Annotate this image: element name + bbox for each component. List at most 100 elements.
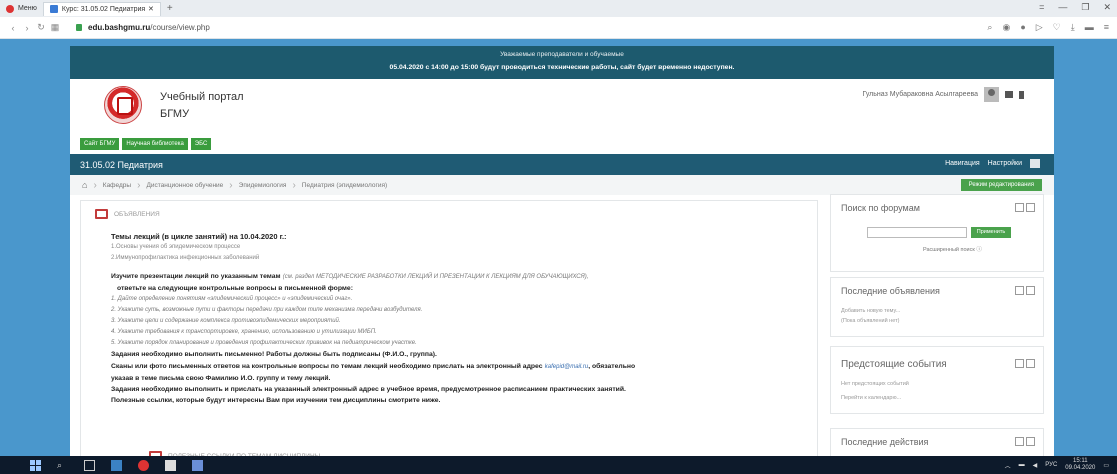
- download-icon[interactable]: ⤓: [1071, 22, 1075, 33]
- browser-tabbar: Меню Курс: 31.05.02 Педиатрия ✕ + = — ❐ …: [0, 0, 1117, 17]
- url-field[interactable]: edu.bashgmu.ru/course/view.php: [76, 23, 210, 32]
- volume-icon[interactable]: ◀: [1033, 462, 1038, 469]
- instructions-text: ответьте на следующие контрольные вопрос…: [117, 285, 353, 292]
- task-note: Задания необходимо выполнить письменно! …: [111, 351, 437, 358]
- task-view-icon[interactable]: [84, 459, 95, 471]
- heart-icon[interactable]: ♡: [1053, 22, 1061, 33]
- question-item: 4. Укажите требования к транспортировке,…: [111, 329, 377, 335]
- dock-block-icon[interactable]: [1015, 203, 1024, 212]
- email-link[interactable]: kafepid@mail.ru: [545, 364, 588, 370]
- opera-icon: [6, 4, 14, 13]
- edit-mode-button[interactable]: Режим редактирования: [960, 179, 1042, 191]
- collapse-block-icon[interactable]: [1026, 437, 1035, 446]
- submission-text: Задания необходимо выполнить и прислать …: [111, 386, 626, 393]
- university-logo[interactable]: [104, 86, 142, 124]
- tab-course[interactable]: Курс: 31.05.02 Педиатрия ✕: [42, 1, 161, 16]
- tray-arrow-icon[interactable]: ︿: [1005, 461, 1011, 470]
- quicklink-site[interactable]: Сайт БГМУ: [80, 138, 120, 150]
- block-controls: [1015, 203, 1035, 212]
- announcements-label[interactable]: ОБЪЯВЛЕНИЯ: [114, 211, 160, 218]
- desktop-background: Меню Курс: 31.05.02 Педиатрия ✕ + = — ❐ …: [0, 0, 1117, 474]
- calculator-icon[interactable]: [165, 459, 176, 471]
- language-indicator[interactable]: РУС: [1045, 462, 1057, 468]
- user-name[interactable]: Гульназ Мубараковна Асылгареева: [863, 91, 979, 98]
- back-icon[interactable]: ‹: [6, 23, 20, 33]
- menu-icon[interactable]: =: [1039, 2, 1044, 13]
- course-title: 31.05.02 Педиатрия: [80, 159, 163, 170]
- settings-link[interactable]: Настройки: [988, 160, 1022, 167]
- battery-icon[interactable]: ▬: [1085, 22, 1094, 33]
- explorer-icon[interactable]: [111, 459, 122, 471]
- collapse-block-icon[interactable]: [1026, 203, 1035, 212]
- upcoming-events-block: Предстоящие события Нет предстоящих собы…: [830, 346, 1044, 414]
- close-window-button[interactable]: ✕: [1103, 2, 1111, 13]
- course-header-bar: 31.05.02 Педиатрия Навигация Настройки: [70, 154, 1054, 175]
- quicklink-ebs[interactable]: ЭБС: [190, 138, 212, 150]
- photos-icon[interactable]: [192, 459, 203, 471]
- clock[interactable]: 15:11 09.04.2020: [1065, 458, 1095, 472]
- messages-icon[interactable]: [1005, 91, 1013, 98]
- avatar[interactable]: [984, 87, 999, 102]
- chevron-right-icon: ›: [292, 179, 296, 191]
- clock-time: 15:11: [1073, 458, 1088, 464]
- dock-block-icon[interactable]: [1015, 286, 1024, 295]
- dock-block-icon[interactable]: [1015, 359, 1024, 368]
- site-title-line2: БГМУ: [160, 108, 190, 120]
- search-icon[interactable]: ⌕: [57, 460, 68, 471]
- dock-block-icon[interactable]: [1015, 437, 1024, 446]
- no-news-text: (Пока объявлений нет): [841, 318, 900, 324]
- home-icon[interactable]: ⌂: [82, 180, 87, 190]
- advanced-search-link[interactable]: Расширенный поиск ⓘ: [923, 245, 982, 253]
- breadcrumb-item[interactable]: Кафедры: [103, 182, 131, 189]
- breadcrumb-item[interactable]: Дистанционное обучение: [146, 182, 223, 189]
- apply-button[interactable]: Применить: [971, 227, 1011, 238]
- notifications-icon[interactable]: [1019, 90, 1024, 99]
- breadcrumb-item[interactable]: Эпидемиология: [239, 182, 287, 189]
- quicklink-library[interactable]: Научная библиотека: [122, 138, 188, 150]
- latest-news-block: Последние объявления Добавить новую тему…: [830, 277, 1044, 337]
- question-item: 5. Укажите порядок планирования и провед…: [111, 340, 417, 346]
- submission-text: указав в теме письма свою Фамилию И.О. г…: [111, 375, 331, 382]
- opera-icon[interactable]: [138, 459, 149, 471]
- maintenance-notice: Уважаемые преподаватели и обучаемые 05.0…: [70, 46, 1054, 79]
- new-tab-button[interactable]: +: [167, 3, 173, 14]
- navigation-link[interactable]: Навигация: [945, 160, 980, 167]
- collapse-block-icon[interactable]: [1026, 359, 1035, 368]
- play-icon[interactable]: ▷: [1036, 22, 1043, 33]
- block-controls: [1015, 359, 1035, 368]
- forum-icon: [95, 209, 108, 219]
- tab-label: Меню: [18, 5, 37, 12]
- dock-icon[interactable]: [1030, 159, 1040, 168]
- lecture-topics-title: Темы лекций (в цикле занятий) на 10.04.2…: [111, 232, 287, 241]
- windows-start-icon[interactable]: [30, 459, 41, 471]
- site-favicon-icon: [49, 5, 58, 13]
- site-title[interactable]: Учебный портал БГМУ: [160, 89, 244, 123]
- breadcrumb-item[interactable]: Педиатрия (эпидемиология): [302, 182, 387, 189]
- submission-text: , обязательно: [588, 363, 636, 370]
- reload-icon[interactable]: ↻: [34, 22, 48, 33]
- notice-greeting: Уважаемые преподаватели и обучаемые: [500, 51, 624, 58]
- network-icon[interactable]: ▬: [1019, 462, 1025, 468]
- no-events-text: Нет предстоящих событий: [841, 381, 909, 387]
- help-icon[interactable]: ⓘ: [976, 247, 982, 253]
- camera-icon[interactable]: ◉: [1002, 22, 1010, 33]
- collapse-block-icon[interactable]: [1026, 286, 1035, 295]
- announcements-header[interactable]: ОБЪЯВЛЕНИЯ: [95, 209, 160, 219]
- close-tab-icon[interactable]: ✕: [148, 5, 154, 13]
- notifications-center-icon[interactable]: ▭: [1103, 462, 1109, 469]
- speed-dial-icon[interactable]: ▦: [48, 22, 62, 33]
- maximize-button[interactable]: ❐: [1081, 2, 1089, 13]
- forum-search-input[interactable]: [867, 227, 967, 238]
- clock-date: 09.04.2020: [1065, 465, 1096, 471]
- user-menu[interactable]: Гульназ Мубараковна Асылгареева: [863, 87, 1024, 102]
- tab-menu[interactable]: Меню: [0, 2, 43, 16]
- instructions-text: Изучите презентации лекций по указанным …: [111, 273, 281, 280]
- calendar-link[interactable]: Перейти к календарю...: [841, 395, 901, 401]
- minimize-button[interactable]: —: [1058, 2, 1067, 13]
- question-item: 2. Укажите суть, возможные пути и фактор…: [111, 307, 423, 313]
- search-icon[interactable]: ⌕: [987, 22, 992, 33]
- menu-lines-icon[interactable]: ≡: [1104, 22, 1109, 33]
- forward-icon[interactable]: ›: [20, 23, 34, 33]
- add-topic-link[interactable]: Добавить новую тему...: [841, 308, 900, 314]
- vpn-icon[interactable]: ●: [1020, 22, 1025, 33]
